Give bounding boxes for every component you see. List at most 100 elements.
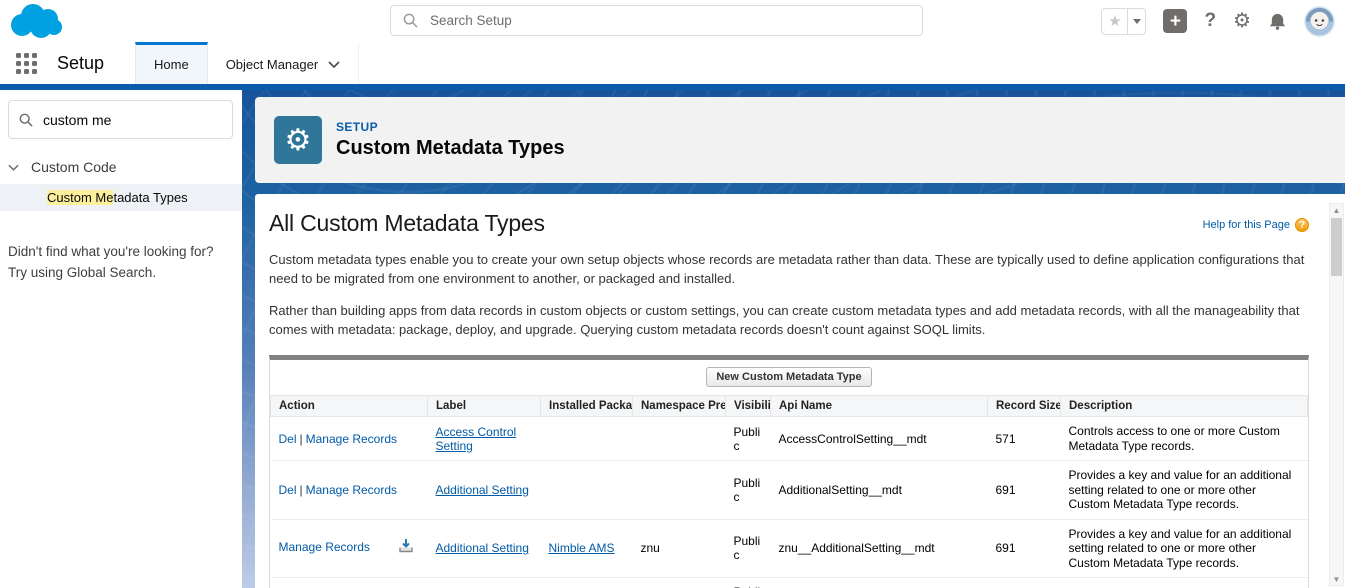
chevron-down-icon [328, 61, 340, 68]
column-header-description: Description [1061, 396, 1308, 417]
scrollbar-thumb[interactable] [1331, 218, 1342, 276]
page-title: Custom Metadata Types [336, 137, 565, 160]
table-row: Del|Manage Records Access Control Setting… [271, 417, 1308, 461]
action-cell: Del|Manage Records [271, 417, 428, 461]
quick-create-plus-icon[interactable]: + [1163, 9, 1187, 33]
namespace-prefix-cell [633, 417, 726, 461]
user-avatar[interactable] [1304, 6, 1335, 37]
intro-paragraph-2: Rather than building apps from data reco… [269, 301, 1309, 339]
label-cell: Additional Setting [428, 461, 541, 520]
sidebar-item-custom-metadata-types[interactable]: Custom Metadata Types [0, 184, 242, 211]
column-header-record-size: Record Size [988, 396, 1061, 417]
record-size-cell: 571 [988, 417, 1061, 461]
table-header-row: ActionLabelInstalled PackageNamespace Pr… [271, 396, 1308, 417]
namespace-prefix-cell [633, 461, 726, 520]
app-name-label: Setup [57, 42, 104, 84]
namespace-prefix-cell [633, 578, 726, 588]
visibility-cell: Public [726, 578, 771, 588]
salesforce-logo-icon[interactable] [6, 1, 66, 41]
column-header-namespace-prefix: Namespace Prefix [633, 396, 726, 417]
action-separator: | [297, 432, 306, 446]
record-size-cell: 691 [988, 519, 1061, 578]
action-link-del[interactable]: Del [279, 432, 297, 446]
label-cell: Access Control Setting [428, 417, 541, 461]
action-link-manage-records[interactable]: Manage Records [306, 483, 397, 497]
content-panel: All Custom Metadata Types Help for this … [255, 194, 1345, 588]
search-icon [403, 13, 418, 28]
tab-home[interactable]: Home [135, 42, 208, 84]
table-row: Del|Manage RecordsAttribute Type PublicAt… [271, 578, 1308, 588]
action-cell: Del|Manage Records [271, 578, 428, 588]
installed-package-icon [398, 538, 414, 557]
column-header-installed-package: Installed Package [541, 396, 633, 417]
scroll-down-arrow[interactable]: ▼ [1330, 573, 1343, 585]
favorites-star-icon[interactable]: ★ [1101, 8, 1128, 35]
notifications-bell-icon[interactable] [1268, 12, 1287, 31]
label-link[interactable]: Access Control Setting [436, 425, 517, 453]
visibility-cell: Public [726, 417, 771, 461]
sidebar-not-found-text: Didn't find what you're looking for? Try… [8, 241, 242, 283]
help-for-this-page-link[interactable]: Help for this Page [1203, 219, 1290, 231]
description-cell: Controls access to one or more Custom Me… [1061, 417, 1308, 461]
installed-package-link[interactable]: Nimble AMS [549, 541, 615, 555]
global-search-placeholder: Search Setup [430, 13, 512, 28]
record-size-cell: 691 [988, 461, 1061, 520]
setup-nav-bar: Setup Home Object Manager [0, 42, 1345, 84]
api-name-cell: AccessControlSetting__mdt [771, 417, 988, 461]
tab-object-manager[interactable]: Object Manager [208, 42, 360, 84]
help-orange-icon[interactable]: ? [1295, 218, 1309, 232]
metadata-types-list-card: New Custom Metadata Type ActionLabelInst… [269, 355, 1309, 588]
setup-quick-find-input[interactable]: custom me [8, 100, 233, 139]
label-cell: Additional Setting [428, 519, 541, 578]
vertical-scrollbar[interactable]: ▲ ▼ [1329, 203, 1344, 586]
api-name-cell: AttributeType__mdt [771, 578, 988, 588]
action-link-manage-records[interactable]: Manage Records [279, 540, 370, 554]
search-match-highlight: Custom Me [47, 190, 113, 205]
column-header-action: Action [271, 396, 428, 417]
action-cell: Manage Records [271, 519, 428, 578]
installed-package-cell [541, 417, 633, 461]
scroll-up-arrow[interactable]: ▲ [1330, 204, 1343, 216]
api-name-cell: AdditionalSetting__mdt [771, 461, 988, 520]
record-size-cell: 679 [988, 578, 1061, 588]
app-launcher-waffle-icon[interactable] [16, 53, 37, 74]
setup-main-background: ⚙ SETUP Custom Metadata Types All Custom… [242, 90, 1345, 588]
installed-package-cell: Nimble AMS [541, 519, 633, 578]
chevron-down-icon [8, 164, 19, 171]
page-header-eyebrow: SETUP [336, 120, 565, 134]
metadata-types-table: ActionLabelInstalled PackageNamespace Pr… [270, 395, 1308, 588]
favorites-caret-icon[interactable] [1128, 8, 1146, 35]
installed-package-cell [541, 461, 633, 520]
sidebar-section-custom-code[interactable]: Custom Code [8, 159, 242, 175]
label-link[interactable]: Additional Setting [436, 541, 529, 555]
visibility-cell: Public [726, 461, 771, 520]
help-question-icon[interactable]: ? [1204, 10, 1216, 32]
description-cell [1061, 578, 1308, 588]
action-link-del[interactable]: Del [279, 483, 297, 497]
action-cell: Del|Manage Records [271, 461, 428, 520]
global-header: Search Setup ★ + ? ⚙ [0, 0, 1345, 42]
api-name-cell: znu__AdditionalSetting__mdt [771, 519, 988, 578]
table-row: Del|Manage Records Additional Setting Publ… [271, 461, 1308, 520]
action-separator: | [297, 483, 306, 497]
setup-gear-icon[interactable]: ⚙ [1233, 11, 1251, 31]
label-cell: Attribute Type [428, 578, 541, 588]
global-search-input[interactable]: Search Setup [390, 5, 923, 36]
label-link[interactable]: Additional Setting [436, 483, 529, 497]
description-cell: Provides a key and value for an addition… [1061, 519, 1308, 578]
column-header-api-name: Api Name [771, 396, 988, 417]
custom-metadata-gear-icon: ⚙ [274, 116, 322, 164]
column-header-label: Label [428, 396, 541, 417]
quick-find-value: custom me [43, 112, 111, 128]
visibility-cell: Public [726, 519, 771, 578]
setup-sidebar: custom me Custom Code Custom Metadata Ty… [0, 90, 242, 588]
column-header-visibility: Visibility [726, 396, 771, 417]
namespace-prefix-cell: znu [633, 519, 726, 578]
intro-paragraph-1: Custom metadata types enable you to crea… [269, 250, 1309, 288]
new-custom-metadata-type-button[interactable]: New Custom Metadata Type [706, 367, 871, 387]
action-link-manage-records[interactable]: Manage Records [306, 432, 397, 446]
search-icon [19, 113, 33, 127]
page-header-card: ⚙ SETUP Custom Metadata Types [255, 97, 1345, 183]
description-cell: Provides a key and value for an addition… [1061, 461, 1308, 520]
table-row: Manage Records Additional Setting Nimble A… [271, 519, 1308, 578]
